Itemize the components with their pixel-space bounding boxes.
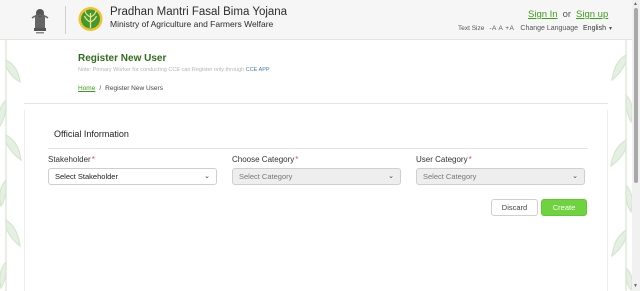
scroll-down-icon[interactable]: ▼ — [633, 283, 638, 289]
required-mark: * — [91, 155, 95, 164]
auth-or-text: or — [562, 9, 572, 20]
scroll-up-icon[interactable]: ▲ — [633, 1, 638, 7]
breadcrumb-current: Register New Users — [105, 85, 163, 92]
site-subtitle: Ministry of Agriculture and Farmers Welf… — [110, 19, 274, 29]
sign-up-link[interactable]: Sign up — [576, 9, 608, 20]
language-select[interactable]: English — [583, 25, 606, 32]
text-size-label: Text Size — [458, 25, 485, 32]
section-divider — [48, 148, 588, 149]
left-crop-decoration — [0, 40, 22, 291]
cce-app-link[interactable]: CCE APP — [246, 67, 270, 73]
breadcrumb-separator: / — [99, 85, 102, 92]
page-header-panel: Register New User Note: Primary Worker f… — [24, 40, 608, 104]
discard-button[interactable]: Discard — [491, 199, 538, 216]
page-title: Register New User — [78, 53, 167, 64]
site-title: Pradhan Mantri Fasal Bima Yojana — [110, 6, 288, 18]
header-divider — [65, 6, 66, 34]
breadcrumb-home[interactable]: Home — [78, 85, 95, 92]
official-information-card: Official Information Stakeholder* Select… — [24, 110, 608, 291]
stakeholder-select-value: Select Stakeholder — [55, 172, 118, 181]
choose-category-select-value: Select Category — [239, 172, 293, 181]
section-title: Official Information — [54, 129, 129, 139]
stakeholder-select[interactable]: Select Stakeholder ⌄ — [48, 168, 217, 185]
auth-links: Sign In or Sign up — [528, 9, 608, 20]
required-mark: * — [295, 155, 299, 164]
header-tools: Text Size -A A +A Change Language Englis… — [458, 25, 612, 32]
pmfby-logo-icon — [78, 7, 103, 31]
user-category-label: User Category* — [416, 155, 472, 164]
breadcrumb: Home / Register New Users — [78, 85, 163, 92]
registration-note: Note: Primary Worker for conducting CCE … — [78, 67, 270, 73]
chevron-down-icon: ⌄ — [572, 173, 578, 180]
right-crop-decoration — [610, 40, 632, 291]
user-category-select[interactable]: Select Category ⌄ — [416, 168, 585, 185]
text-size-controls[interactable]: -A A +A — [489, 25, 514, 32]
language-caret-icon[interactable]: ▾ — [609, 25, 612, 32]
choose-category-select[interactable]: Select Category ⌄ — [232, 168, 401, 185]
site-header: Pradhan Mantri Fasal Bima Yojana Ministr… — [0, 0, 632, 40]
user-category-select-value: Select Category — [423, 172, 477, 181]
chevron-down-icon: ⌄ — [388, 173, 394, 180]
page-scrollbar[interactable]: ▲ ▼ — [632, 0, 640, 291]
sign-in-link[interactable]: Sign In — [528, 9, 558, 20]
stakeholder-label: Stakeholder* — [48, 155, 95, 164]
change-language-label: Change Language — [520, 25, 579, 32]
scroll-thumb[interactable] — [634, 8, 638, 183]
national-emblem-icon — [31, 9, 49, 34]
chevron-down-icon: ⌄ — [204, 173, 210, 180]
note-text: Note: Primary Worker for conducting CCE … — [78, 67, 245, 73]
required-mark: * — [468, 155, 472, 164]
choose-category-label: Choose Category* — [232, 155, 299, 164]
create-button[interactable]: Create — [541, 199, 587, 216]
